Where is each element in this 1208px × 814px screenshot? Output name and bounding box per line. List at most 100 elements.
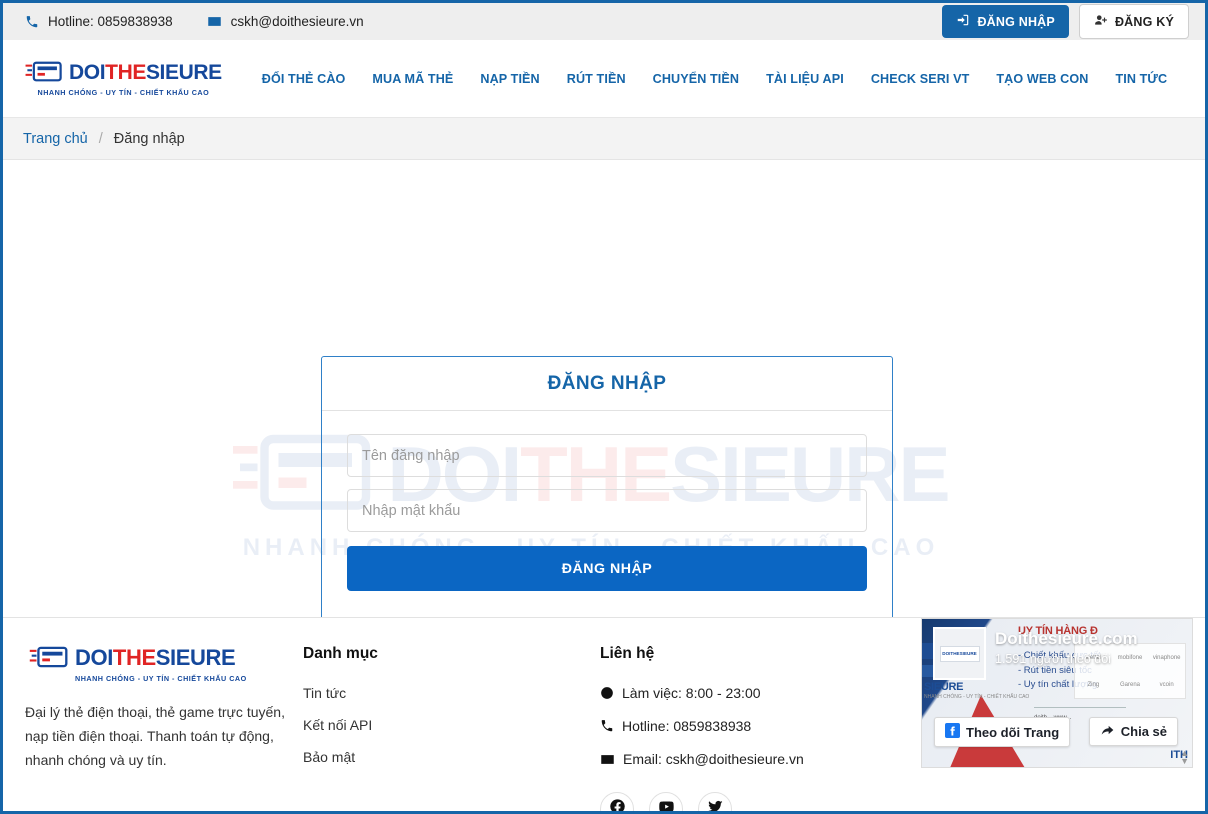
breadcrumb: Trang chủ / Đăng nhập — [3, 118, 1205, 160]
cover-divider — [1034, 707, 1126, 708]
facebook-follow-label: Theo dõi Trang — [966, 724, 1060, 740]
footer-logo-part1: DOI — [75, 644, 113, 670]
footer-logo-text: DOITHESIEURE — [75, 644, 236, 670]
footer-categories-heading: Danh mục — [303, 645, 378, 662]
facebook-share-button[interactable]: Chia sẻ — [1088, 717, 1178, 746]
logo-text: DOITHESIEURE — [69, 62, 222, 83]
card-logo-icon — [29, 645, 69, 670]
avatar-logo-text: DOITHESIEURE — [939, 645, 980, 662]
logo-text-part1: DOI — [69, 60, 106, 84]
login-card: ĐĂNG NHẬP ĐĂNG NHẬP Quên mật khẩu? Bạn c… — [321, 356, 893, 617]
top-bar: Hotline: 0859838938 cskh@doithesieure.vn… — [3, 3, 1205, 40]
main-content: DOITHESIEURE NHANH CHÓNG - UY TÍN - CHIẾ… — [3, 160, 1205, 617]
nav-links: ĐỔI THẺ CÀO MUA MÃ THẺ NẠP TIỀN RÚT TIỀN… — [262, 66, 1167, 92]
cover-left-logo-text: SIEURE — [924, 681, 964, 693]
twitter-icon — [707, 798, 724, 811]
cover-brand-1: mobifone — [1117, 654, 1143, 661]
facebook-follow-button[interactable]: Theo dõi Trang — [934, 717, 1071, 747]
footer-email-label: Email: cskh@doithesieure.vn — [623, 751, 804, 767]
nav-item-tai-lieu-api[interactable]: TÀI LIỆU API — [766, 66, 844, 92]
nav-item-check-seri-vt[interactable]: CHECK SERI VT — [871, 66, 970, 92]
footer-logo-part2: THE — [112, 644, 156, 670]
breadcrumb-current: Đăng nhập — [113, 130, 185, 147]
envelope-icon — [207, 14, 222, 29]
login-card-title: ĐĂNG NHẬP — [547, 372, 667, 394]
login-button-top[interactable]: ĐĂNG NHẬP — [942, 5, 1069, 38]
footer-column-about: DOITHESIEURE NHANH CHÓNG - UY TÍN - CHIẾ… — [3, 645, 303, 811]
breadcrumb-home[interactable]: Trang chủ — [23, 131, 88, 147]
user-plus-icon — [1094, 13, 1108, 30]
footer-working-hours: Làm việc: 8:00 - 23:00 — [600, 685, 905, 701]
footer-column-contact: Liên hệ Làm việc: 8:00 - 23:00 Hotline: … — [600, 645, 905, 811]
browser-page-frame: Hotline: 0859838938 cskh@doithesieure.vn… — [0, 0, 1208, 814]
nav-item-mua-ma-the[interactable]: MUA MÃ THẺ — [372, 66, 453, 92]
topbar-hotline-text: Hotline: 0859838938 — [48, 14, 173, 29]
logo-tagline: NHANH CHÓNG - UY TÍN - CHIẾT KHẤU CAO — [37, 88, 210, 97]
topbar-hotline: Hotline: 0859838938 — [25, 14, 173, 29]
footer-logo-part3: SIEURE — [155, 644, 236, 670]
footer-link-tin-tuc[interactable]: Tin tức — [303, 685, 600, 701]
clock-icon — [600, 686, 614, 700]
facebook-followers-count: 1.591 người theo dõi — [995, 652, 1111, 666]
facebook-page-name: Doithesieure.com — [995, 629, 1138, 648]
topbar-email: cskh@doithesieure.vn — [207, 14, 364, 29]
cover-brand-5: vcoin — [1159, 681, 1174, 688]
password-input[interactable] — [347, 489, 867, 532]
username-input[interactable] — [347, 434, 867, 477]
footer-logo[interactable]: DOITHESIEURE NHANH CHÓNG - UY TÍN - CHIẾ… — [29, 645, 303, 683]
nav-item-tao-web-con[interactable]: TẠO WEB CON — [996, 66, 1088, 92]
facebook-page-widget: SIEURE NHANH CHÓNG - UY TÍN - CHIẾT KHẤU… — [921, 618, 1193, 768]
cover-left-logo-sub: NHANH CHÓNG - UY TÍN - CHIẾT KHẤU CAO — [924, 694, 1030, 700]
login-submit-button[interactable]: ĐĂNG NHẬP — [347, 546, 867, 591]
breadcrumb-separator: / — [98, 130, 103, 147]
phone-icon — [25, 15, 39, 29]
topbar-email-text: cskh@doithesieure.vn — [230, 14, 364, 29]
card-logo-icon — [25, 60, 63, 84]
footer-hotline: Hotline: 0859838938 — [600, 718, 905, 734]
register-button-top-label: ĐĂNG KÝ — [1114, 14, 1174, 29]
nav-item-doi-the-cao[interactable]: ĐỔI THẺ CÀO — [262, 66, 346, 92]
footer-social-links — [600, 792, 905, 811]
footer-email: Email: cskh@doithesieure.vn — [600, 751, 905, 767]
social-facebook-button[interactable] — [600, 792, 634, 811]
login-card-body: ĐĂNG NHẬP — [322, 411, 892, 591]
footer-contact-heading: Liên hệ — [600, 645, 655, 662]
login-arrow-icon — [956, 13, 970, 30]
footer-hotline-label: Hotline: 0859838938 — [622, 718, 752, 734]
login-button-top-label: ĐĂNG NHẬP — [977, 14, 1055, 29]
footer-link-ket-noi-api[interactable]: Kết nối API — [303, 717, 600, 733]
main-navbar: DOITHESIEURE NHANH CHÓNG - UY TÍN - CHIẾ… — [3, 40, 1205, 118]
facebook-page-avatar: DOITHESIEURE — [933, 627, 986, 680]
social-twitter-button[interactable] — [698, 792, 732, 811]
chevron-down-icon: ▼ — [1180, 756, 1189, 766]
envelope-icon — [600, 752, 615, 767]
footer-link-bao-mat[interactable]: Bảo mật — [303, 749, 600, 765]
social-youtube-button[interactable] — [649, 792, 683, 811]
facebook-widget-scroll-arrows[interactable]: ▲ ▼ — [1180, 749, 1189, 766]
register-button-top[interactable]: ĐĂNG KÝ — [1078, 4, 1189, 39]
footer-working-hours-label: Làm việc: 8:00 - 23:00 — [622, 685, 761, 701]
nav-item-chuyen-tien[interactable]: CHUYỂN TIỀN — [653, 66, 739, 92]
footer-column-categories: Danh mục Tin tức Kết nối API Bảo mật — [303, 645, 600, 811]
facebook-icon — [945, 723, 960, 741]
login-card-header: ĐĂNG NHẬP — [322, 357, 892, 411]
footer-logo-tagline: NHANH CHÓNG - UY TÍN - CHIẾT KHẤU CAO — [75, 674, 247, 683]
footer-column-facebook: SIEURE NHANH CHÓNG - UY TÍN - CHIẾT KHẤU… — [905, 618, 1205, 811]
nav-item-tin-tuc[interactable]: TIN TỨC — [1115, 66, 1167, 92]
site-logo[interactable]: DOITHESIEURE NHANH CHÓNG - UY TÍN - CHIẾ… — [25, 60, 222, 97]
footer-logo-row: DOITHESIEURE — [29, 644, 236, 670]
share-arrow-icon — [1100, 723, 1115, 740]
nav-item-nap-tien[interactable]: NẠP TIỀN — [480, 66, 539, 92]
footer-description: Đại lý thẻ điện thoại, thẻ game trực tuy… — [25, 704, 285, 769]
logo-row: DOITHESIEURE — [25, 60, 222, 84]
cover-brand-4: Garena — [1119, 681, 1140, 688]
cover-brand-3: Zing — [1087, 681, 1100, 688]
facebook-share-label: Chia sẻ — [1120, 724, 1167, 739]
phone-icon — [600, 719, 614, 733]
cover-brand-2: vinaphone — [1152, 654, 1181, 661]
logo-text-part2: THE — [105, 60, 146, 84]
nav-item-rut-tien[interactable]: RÚT TIỀN — [567, 66, 626, 92]
logo-text-part3: SIEURE — [145, 60, 222, 84]
facebook-icon — [609, 798, 626, 811]
youtube-icon — [658, 798, 675, 811]
